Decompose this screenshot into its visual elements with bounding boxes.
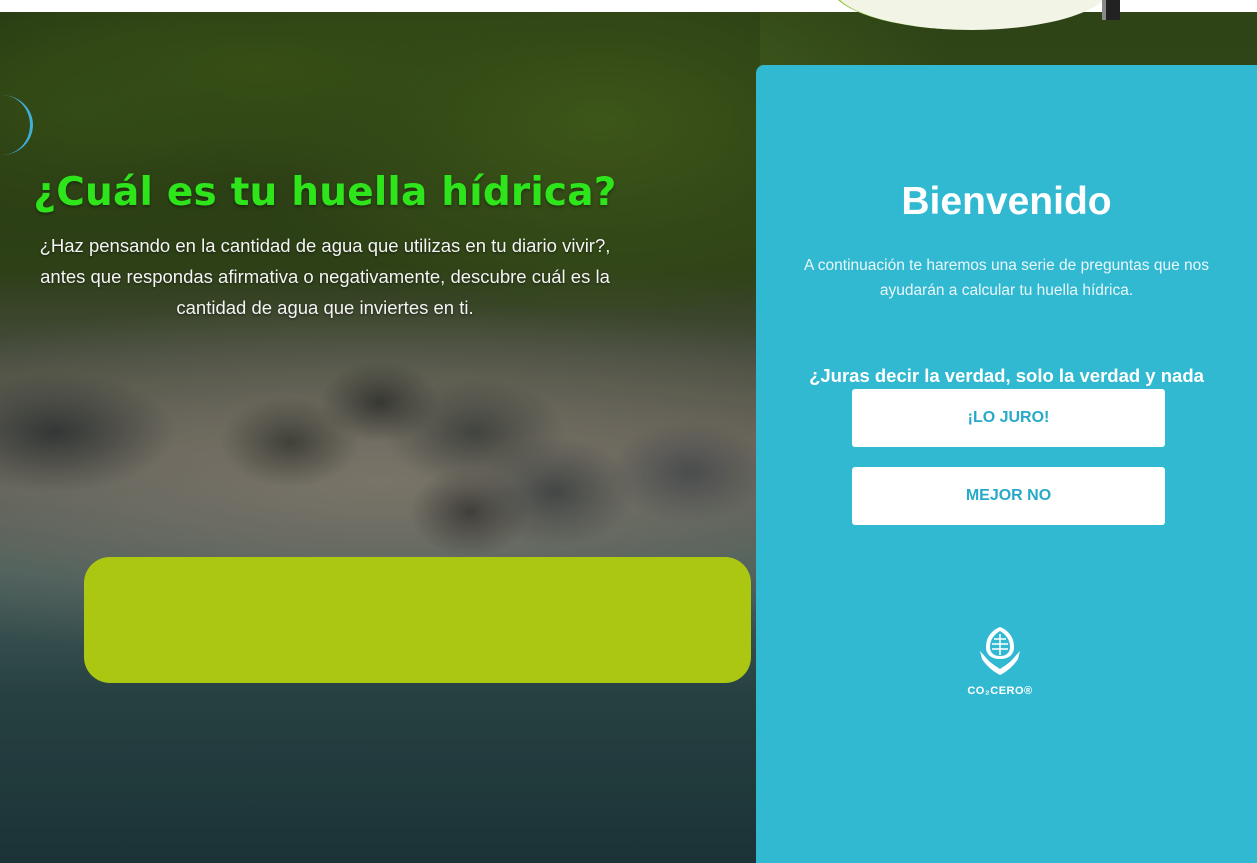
card-intro: A continuación te haremos una serie de p… bbox=[804, 257, 1209, 299]
co2cero-logo: CO₂CERO® bbox=[960, 625, 1040, 705]
welcome-card: Bienvenido A continuación te haremos una… bbox=[756, 65, 1257, 863]
logo-text: CO₂CERO® bbox=[967, 685, 1033, 697]
decline-button[interactable]: MEJOR NO bbox=[852, 467, 1165, 525]
hero-overlay bbox=[0, 12, 760, 863]
card-title: Bienvenido bbox=[901, 180, 1112, 223]
hero-description: ¿Haz pensando en la cantidad de agua que… bbox=[39, 235, 611, 318]
hero-title: ¿Cuál es tu huella hídrica? bbox=[33, 170, 617, 215]
corner-bar-decoration bbox=[1102, 0, 1120, 20]
hands-holding-leaf-icon bbox=[980, 627, 1020, 675]
accept-button[interactable]: ¡LO JURO! bbox=[852, 389, 1165, 447]
green-panel bbox=[84, 557, 751, 683]
page: ¿Cuál es tu huella hídrica? ¿Haz pensand… bbox=[0, 0, 1257, 863]
